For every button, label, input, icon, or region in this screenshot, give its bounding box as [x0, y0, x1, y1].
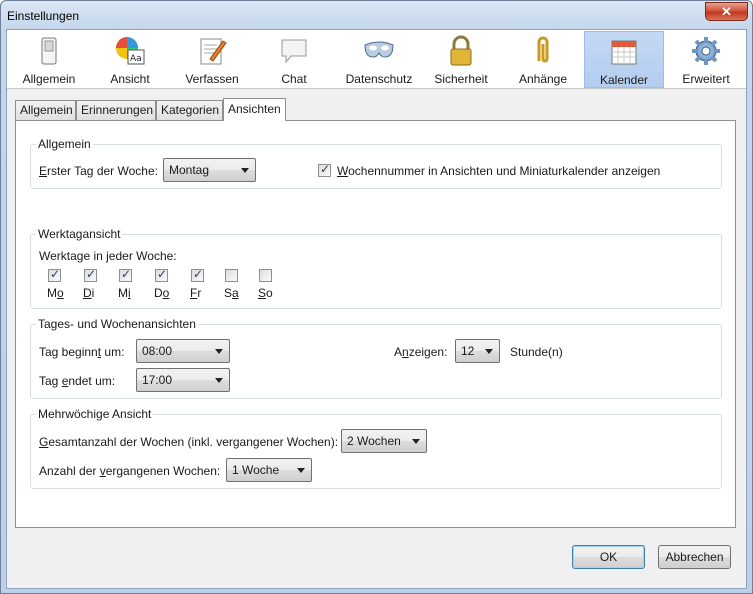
toolbar-button-datenschutz[interactable]: Datenschutz: [341, 31, 417, 88]
toolbar-label: Erweitert: [682, 72, 730, 86]
weekday-label: Sa: [224, 286, 239, 300]
toolbar-label: Verfassen: [185, 72, 239, 86]
toolbar-button-verfassen[interactable]: Verfassen: [177, 31, 247, 88]
day-end-label: Tag endet um:: [39, 374, 116, 388]
select-value: 2 Wochen: [347, 434, 401, 448]
toolbar-label: Kalender: [599, 73, 649, 87]
show-hours-label: Anzeigen:: [394, 345, 448, 359]
toolbar-label: Datenschutz: [345, 72, 413, 86]
preferences-window: Einstellungen ✕ Allgemein Aa Ansicht Ver…: [0, 0, 753, 594]
tab-erinnerungen[interactable]: Erinnerungen: [76, 100, 156, 120]
toolbar-label: Anhänge: [518, 72, 568, 86]
group-general: Allgemein Erster Tag der Woche: Montag W…: [30, 137, 722, 189]
week-number-checkbox[interactable]: [318, 162, 331, 177]
ok-button[interactable]: OK: [572, 545, 645, 569]
toolbar-button-chat[interactable]: Chat: [261, 31, 327, 88]
compose-icon: [200, 38, 227, 65]
group-caption: Mehrwöchige Ansicht: [36, 407, 154, 421]
total-weeks-select[interactable]: 2 Wochen: [341, 429, 427, 453]
gear-icon: [692, 37, 720, 65]
weekday-checkbox[interactable]: [259, 269, 272, 282]
select-value: 17:00: [142, 373, 173, 387]
toolbar-button-allgemein[interactable]: Allgemein: [15, 31, 83, 88]
tab-allgemein[interactable]: Allgemein: [15, 100, 76, 120]
show-hours-select[interactable]: 12: [455, 339, 500, 363]
toolbar-button-ansicht[interactable]: Aa Ansicht: [95, 31, 165, 88]
first-day-label: Erster Tag der Woche:: [39, 164, 158, 178]
toolbar-button-sicherheit[interactable]: Sicherheit: [429, 31, 493, 88]
toolbar-label: Sicherheit: [434, 72, 488, 86]
calendar-icon: [611, 40, 637, 65]
group-caption: Werktagansicht: [36, 227, 123, 241]
mask-icon: [364, 41, 394, 58]
select-value: 12: [461, 344, 475, 358]
select-value: 1 Woche: [232, 463, 280, 477]
first-day-select[interactable]: Montag: [163, 158, 256, 182]
weekday-checkbox[interactable]: [225, 269, 238, 282]
weekday-label: Mo: [47, 286, 64, 300]
chevron-down-icon: [485, 349, 493, 354]
weekday-label: Fr: [190, 286, 202, 300]
weekday-checkbox[interactable]: [84, 267, 97, 282]
switch-icon: [41, 37, 57, 65]
hours-unit-label: Stunde(n): [510, 345, 563, 359]
toolbar-button-erweitert[interactable]: Erweitert: [673, 31, 739, 88]
group-caption: Tages- und Wochenansichten: [36, 317, 198, 331]
font-palette-icon: Aa: [116, 37, 145, 65]
tab-kategorien[interactable]: Kategorien: [156, 100, 223, 120]
day-end-select[interactable]: 17:00: [136, 368, 230, 392]
select-value: Montag: [169, 163, 210, 177]
paperclip-icon: [537, 36, 549, 63]
chevron-down-icon: [215, 378, 223, 383]
toolbar-label: Allgemein: [22, 72, 76, 86]
client-area: Allgemein Aa Ansicht Verfassen Chat Date…: [6, 29, 747, 589]
total-weeks-label: Gesamtanzahl der Wochen (inkl. vergangen…: [39, 435, 339, 449]
toolbar-label: Chat: [281, 72, 307, 86]
padlock-icon: [450, 35, 472, 66]
tab-panel-ansichten: Allgemein Erster Tag der Woche: Montag W…: [15, 120, 736, 528]
group-caption: Allgemein: [36, 137, 93, 151]
weekday-checkbox[interactable]: [155, 267, 168, 282]
svg-text:Aa: Aa: [130, 54, 142, 64]
toolbar-label: Ansicht: [110, 72, 150, 86]
group-workweek: Werktagansicht Werktage in jeder Woche: …: [30, 227, 722, 309]
chevron-down-icon: [241, 168, 249, 173]
chevron-down-icon: [297, 468, 305, 473]
workdays-label: Werktage in jeder Woche:: [39, 249, 177, 263]
title-bar[interactable]: Einstellungen ✕: [1, 1, 752, 29]
group-multiweek: Mehrwöchige Ansicht Gesamtanzahl der Woc…: [30, 407, 722, 489]
weekday-label: Do: [154, 286, 170, 300]
weekday-label: Mi: [118, 286, 131, 300]
weekday-checkbox[interactable]: [119, 267, 132, 282]
past-weeks-label: Anzahl der vergangenen Wochen:: [39, 464, 221, 478]
chevron-down-icon: [412, 439, 420, 444]
day-start-label: Tag beginnt um:: [39, 345, 125, 359]
cancel-button[interactable]: Abbrechen: [658, 545, 731, 569]
week-number-label: Wochennummer in Ansichten und Miniaturka…: [337, 164, 661, 178]
close-button[interactable]: ✕: [705, 2, 748, 21]
tab-ansichten[interactable]: Ansichten: [223, 98, 286, 121]
weekday-checkbox[interactable]: [191, 267, 204, 282]
category-toolbar: Allgemein Aa Ansicht Verfassen Chat Date…: [7, 30, 746, 89]
weekday-checkbox[interactable]: [48, 267, 61, 282]
toolbar-button-anhaenge[interactable]: Anhänge: [511, 31, 575, 88]
select-value: 08:00: [142, 344, 173, 358]
chat-bubble-icon: [281, 39, 307, 64]
window-title: Einstellungen: [7, 9, 80, 23]
chevron-down-icon: [215, 349, 223, 354]
weekday-label: Di: [83, 286, 95, 300]
weekday-label: So: [258, 286, 273, 300]
past-weeks-select[interactable]: 1 Woche: [226, 458, 312, 482]
day-start-select[interactable]: 08:00: [136, 339, 230, 363]
toolbar-button-kalender[interactable]: Kalender: [584, 31, 664, 88]
group-dayweek: Tages- und Wochenansichten Tag beginnt u…: [30, 317, 722, 399]
